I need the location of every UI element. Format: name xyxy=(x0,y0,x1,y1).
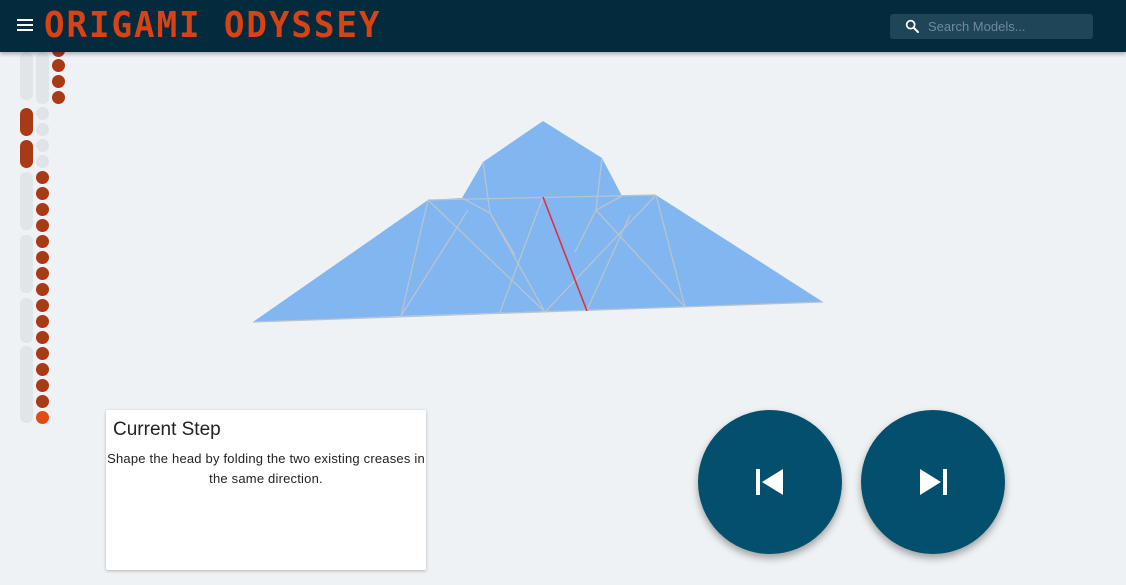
timeline-track xyxy=(36,52,49,104)
timeline-step[interactable] xyxy=(36,395,49,408)
app-header: ORIGAMI ODYSSEY xyxy=(0,0,1126,52)
app-title: ORIGAMI ODYSSEY xyxy=(44,5,382,46)
search-icon xyxy=(905,19,919,33)
timeline-step[interactable] xyxy=(36,235,49,248)
timeline-step[interactable] xyxy=(36,315,49,328)
timeline-step[interactable] xyxy=(36,219,49,232)
timeline-track xyxy=(20,235,33,293)
timeline-step[interactable] xyxy=(36,251,49,264)
search-input[interactable] xyxy=(928,14,1086,39)
timeline-step[interactable] xyxy=(36,203,49,216)
timeline-step[interactable] xyxy=(36,187,49,200)
paper-shape xyxy=(253,121,823,322)
timeline-track xyxy=(20,298,33,343)
timeline-step[interactable] xyxy=(36,155,49,168)
search-box[interactable] xyxy=(890,14,1093,39)
menu-icon[interactable] xyxy=(15,17,35,35)
timeline-segment[interactable] xyxy=(20,140,33,168)
timeline-step[interactable] xyxy=(52,75,65,88)
timeline-track xyxy=(20,172,33,230)
timeline-step-current[interactable] xyxy=(36,411,49,424)
timeline-step[interactable] xyxy=(36,347,49,360)
skip-next-icon xyxy=(920,469,947,495)
timeline-step[interactable] xyxy=(52,59,65,72)
previous-step-button[interactable] xyxy=(698,410,842,554)
timeline-step[interactable] xyxy=(36,331,49,344)
origami-model-view[interactable] xyxy=(240,110,840,330)
timeline-step[interactable] xyxy=(36,363,49,376)
timeline-track xyxy=(20,346,33,423)
timeline-segment[interactable] xyxy=(20,108,33,136)
current-step-card: Current Step Shape the head by folding t… xyxy=(106,410,426,570)
skip-previous-icon xyxy=(756,469,783,495)
timeline-step[interactable] xyxy=(36,267,49,280)
timeline-step[interactable] xyxy=(36,379,49,392)
timeline-step[interactable] xyxy=(36,171,49,184)
timeline-step[interactable] xyxy=(36,107,49,120)
timeline-step[interactable] xyxy=(36,123,49,136)
timeline-step[interactable] xyxy=(36,139,49,152)
timeline-track xyxy=(20,52,33,100)
step-timeline xyxy=(0,44,80,432)
next-step-button[interactable] xyxy=(861,410,1005,554)
timeline-step[interactable] xyxy=(36,283,49,296)
timeline-step[interactable] xyxy=(52,91,65,104)
step-instructions: Shape the head by folding the two existi… xyxy=(107,451,425,486)
timeline-step[interactable] xyxy=(36,299,49,312)
step-heading: Current Step xyxy=(113,419,221,440)
